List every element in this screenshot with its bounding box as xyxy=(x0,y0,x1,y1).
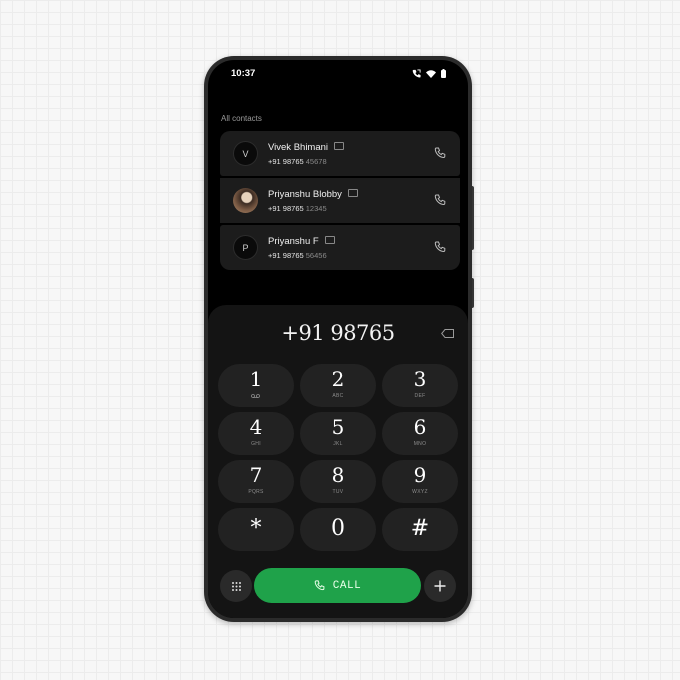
key-letters: GHI xyxy=(251,441,261,447)
key-digit: 9 xyxy=(413,463,427,487)
dialed-number-display: +91 98765 xyxy=(281,321,395,345)
number-suffix: 56456 xyxy=(305,251,327,260)
phone-icon[interactable] xyxy=(434,194,446,206)
contact-name-text: Priyanshu F xyxy=(268,236,319,247)
key-5[interactable]: 5 JKL xyxy=(300,412,376,455)
key-2[interactable]: 2 ABC xyxy=(300,364,376,407)
keypad: 1 2 ABC 3 DEF 4 GHI 5 JKL 6 MNO 7 PQRS 8… xyxy=(218,364,458,551)
key-9[interactable]: 9 WXYZ xyxy=(382,460,458,503)
call-button[interactable]: CALL xyxy=(254,568,421,603)
number-suffix: 12345 xyxy=(305,204,327,213)
avatar-photo xyxy=(233,188,258,213)
contact-item-priyanshu-blobby[interactable]: Priyanshu Blobby +91 98765 12345 xyxy=(220,178,460,223)
add-contact-button[interactable] xyxy=(424,570,456,602)
key-digit: 4 xyxy=(249,415,263,439)
battery-icon xyxy=(441,69,446,78)
key-digit: 5 xyxy=(331,415,345,439)
key-3[interactable]: 3 DEF xyxy=(382,364,458,407)
contacts-list: V Vivek Bhimani +91 98765 45678 Priyansh… xyxy=(220,131,460,270)
key-letters: DEF xyxy=(414,393,426,399)
key-digit: 1 xyxy=(249,367,263,391)
contact-item-priyanshu-f[interactable]: P Priyanshu F +91 98765 56456 xyxy=(220,225,460,270)
status-icons xyxy=(412,69,446,78)
contact-name-text: Priyanshu Blobby xyxy=(268,189,342,200)
call-label: CALL xyxy=(332,579,362,592)
voicemail-icon xyxy=(251,394,260,398)
key-6[interactable]: 6 MNO xyxy=(382,412,458,455)
key-letters: TUV xyxy=(332,489,344,495)
key-7[interactable]: 7 PQRS xyxy=(218,460,294,503)
contact-number: +91 98765 56456 xyxy=(268,251,327,260)
call-forward-icon xyxy=(412,69,421,78)
contact-item-vivek-bhimani[interactable]: V Vivek Bhimani +91 98765 45678 xyxy=(220,131,460,176)
status-bar: 10:37 xyxy=(208,60,468,86)
dialer-panel: +91 98765 1 2 ABC 3 DEF 4 GHI 5 JKL 6 MN… xyxy=(208,305,468,618)
phone-icon[interactable] xyxy=(434,241,446,253)
key-digit: 2 xyxy=(331,367,345,391)
avatar: P xyxy=(233,235,258,260)
contact-card-icon xyxy=(334,142,345,151)
key-hash[interactable]: # xyxy=(382,508,458,551)
backspace-icon[interactable] xyxy=(441,329,454,338)
keypad-toggle-button[interactable] xyxy=(220,570,252,602)
dialer-action-bar: CALL xyxy=(208,567,468,607)
contact-name: Vivek Bhimani xyxy=(268,142,345,153)
contact-name: Priyanshu Blobby xyxy=(268,189,358,200)
phone-frame: 10:37 All contacts V Vivek Bhimani +91 9… xyxy=(204,56,472,622)
key-letters: WXYZ xyxy=(412,489,428,495)
phone-icon[interactable] xyxy=(434,147,446,159)
key-letters: JKL xyxy=(333,441,343,447)
plus-icon xyxy=(434,580,446,592)
key-letters: PQRS xyxy=(248,489,264,495)
key-1[interactable]: 1 xyxy=(218,364,294,407)
key-letters: ABC xyxy=(332,393,344,399)
contact-card-icon xyxy=(324,236,335,245)
key-8[interactable]: 8 TUV xyxy=(300,460,376,503)
contact-card-icon xyxy=(347,189,358,198)
key-star[interactable]: * xyxy=(218,508,294,551)
screen: 10:37 All contacts V Vivek Bhimani +91 9… xyxy=(208,60,468,618)
key-digit: 6 xyxy=(413,415,427,439)
number-suffix: 45678 xyxy=(305,157,327,166)
dialpad-icon xyxy=(231,581,241,591)
key-letters: MNO xyxy=(413,441,427,447)
key-4[interactable]: 4 GHI xyxy=(218,412,294,455)
avatar: V xyxy=(233,141,258,166)
key-digit: 7 xyxy=(249,463,263,487)
number-prefix: +91 98765 xyxy=(268,251,304,260)
phone-icon xyxy=(314,580,325,591)
contact-name: Priyanshu F xyxy=(268,236,335,247)
status-time: 10:37 xyxy=(231,68,256,79)
key-digit: 0 xyxy=(331,516,345,541)
contact-number: +91 98765 12345 xyxy=(268,204,327,213)
key-digit: # xyxy=(410,516,430,541)
key-digit: 8 xyxy=(331,463,345,487)
contact-number: +91 98765 45678 xyxy=(268,157,327,166)
key-digit: 3 xyxy=(413,367,427,391)
wifi-icon xyxy=(426,69,436,78)
number-prefix: +91 98765 xyxy=(268,204,304,213)
all-contacts-label: All contacts xyxy=(221,114,262,123)
contact-name-text: Vivek Bhimani xyxy=(268,142,329,153)
key-0[interactable]: 0 xyxy=(300,508,376,551)
number-prefix: +91 98765 xyxy=(268,157,304,166)
key-digit: * xyxy=(250,516,262,541)
